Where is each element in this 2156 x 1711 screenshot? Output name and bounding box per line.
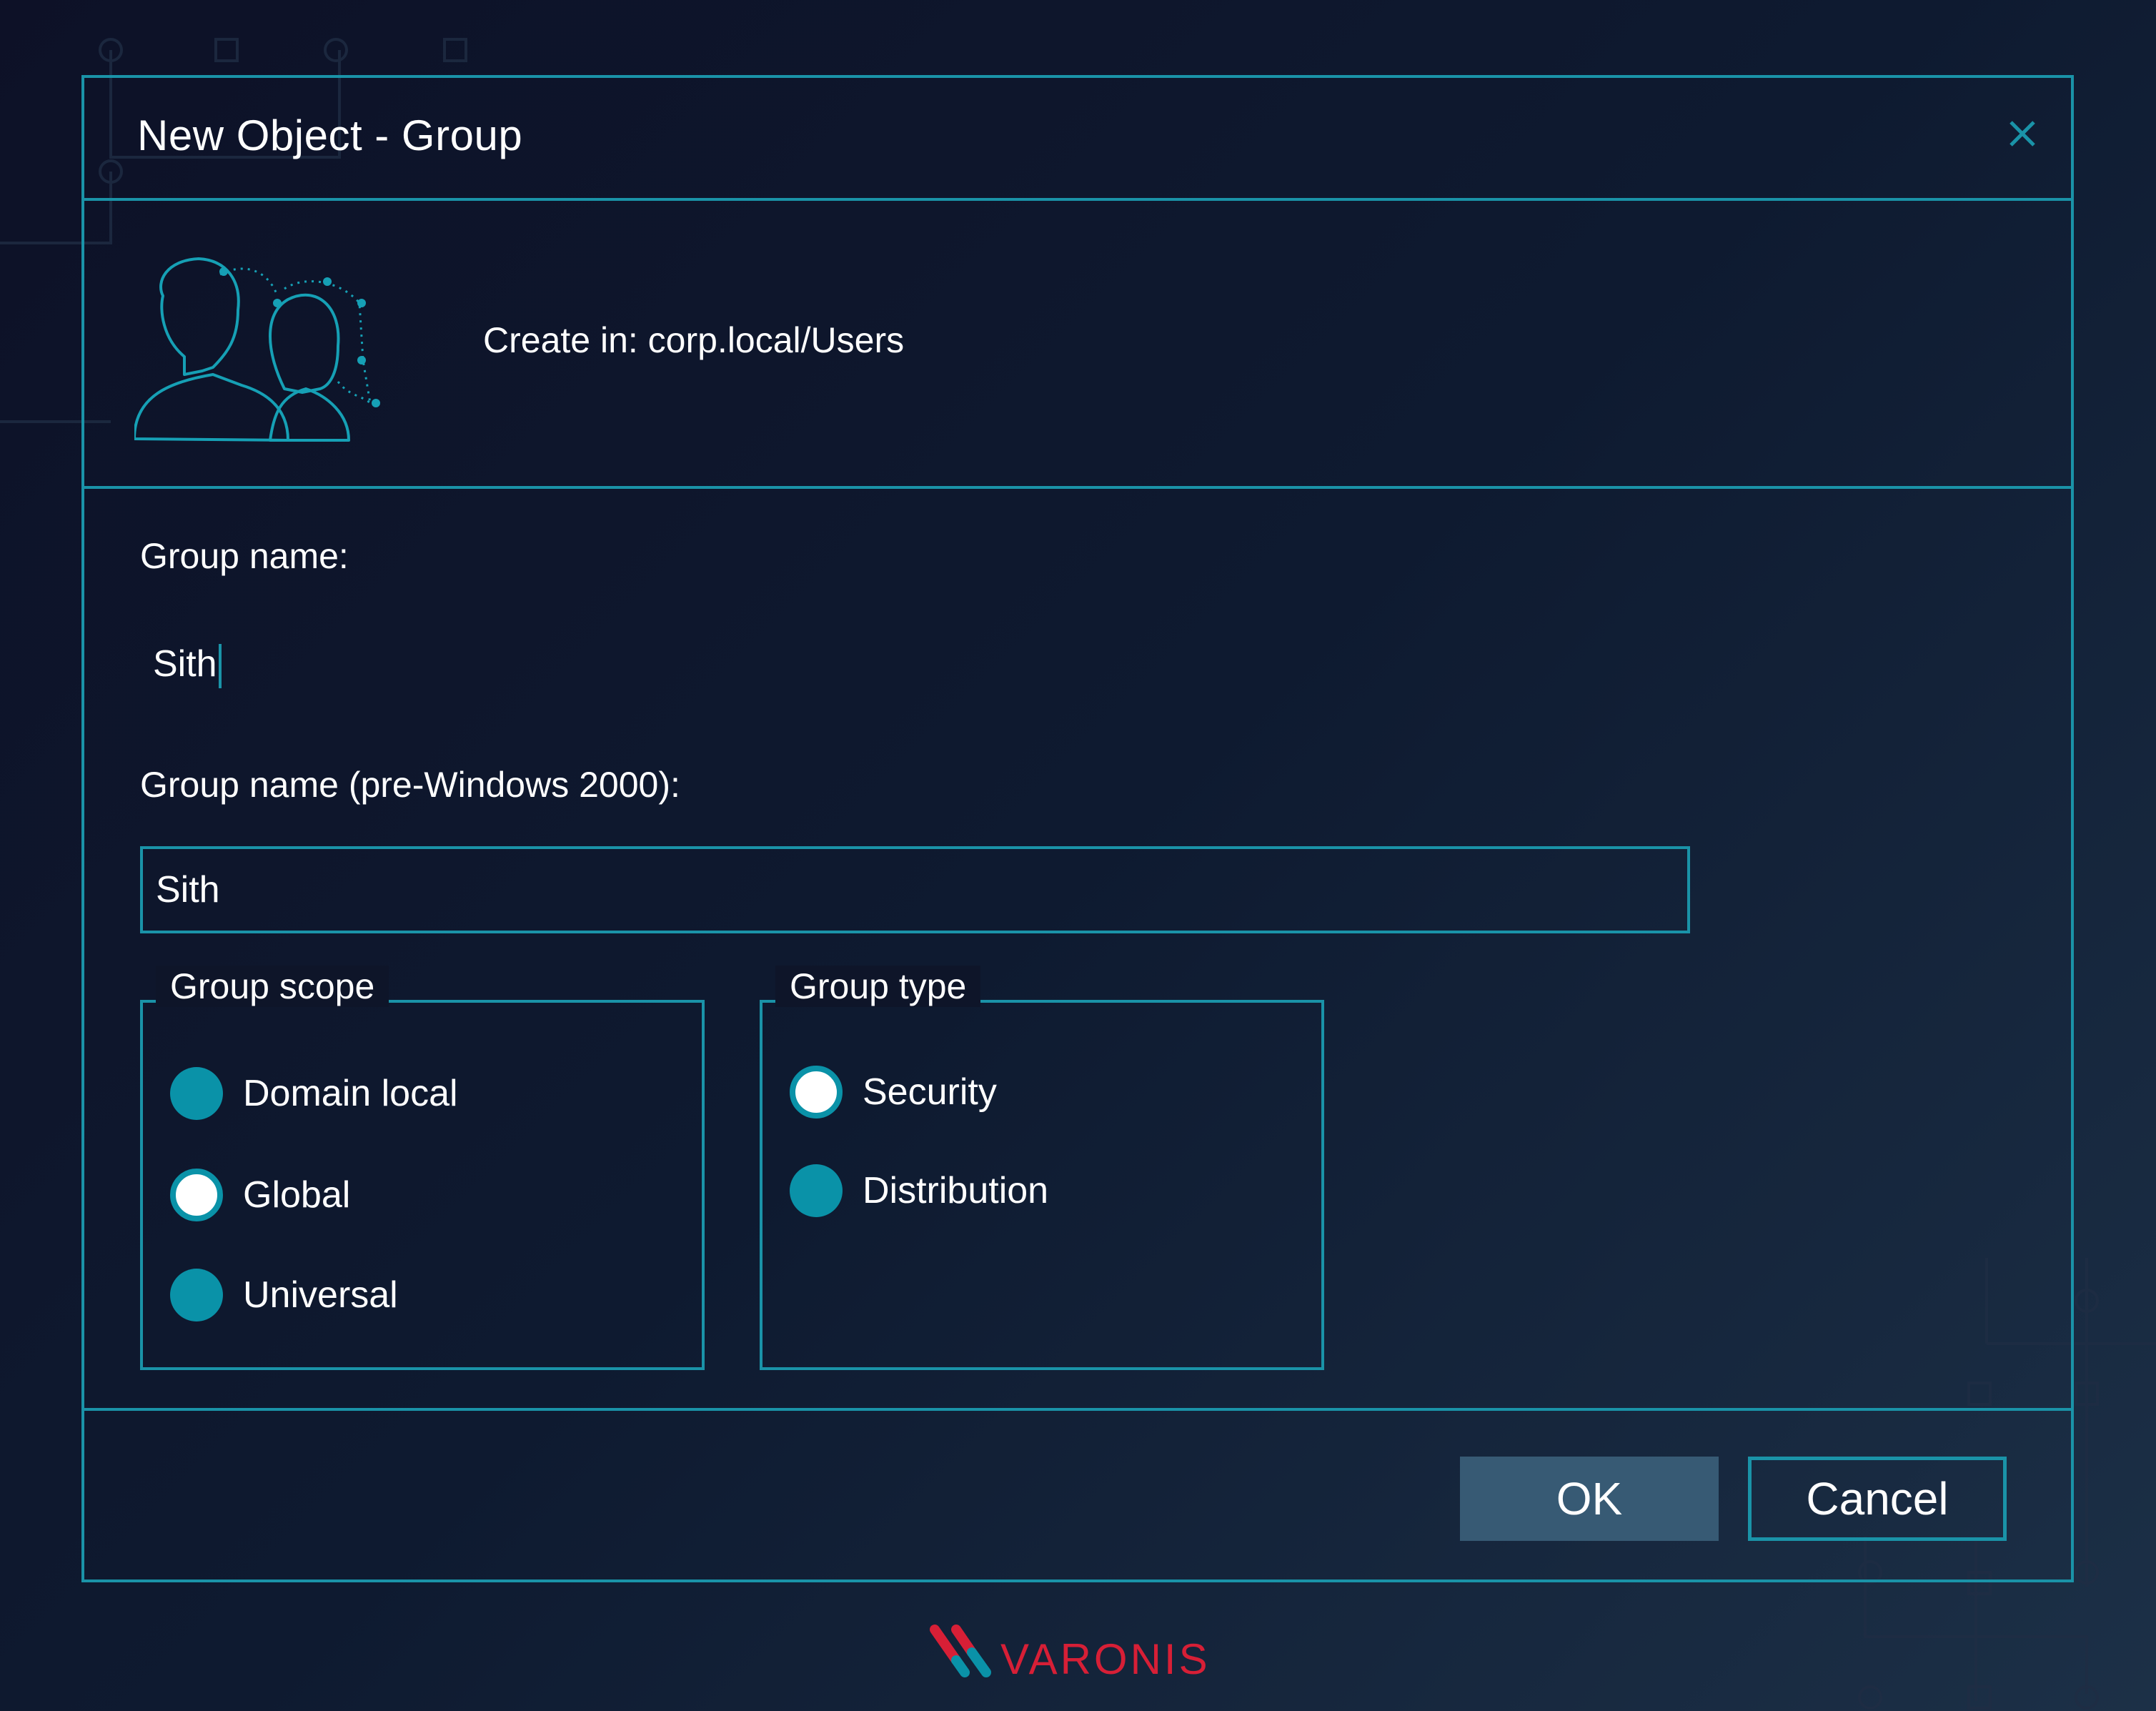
close-button[interactable] [2007,118,2038,149]
radio-distribution[interactable]: Distribution [790,1164,1048,1217]
radio-label: Universal [243,1274,398,1316]
group-name-value: Sith [153,643,217,685]
radio-button-selected[interactable] [170,1169,223,1221]
user-group-icon [134,257,380,442]
radio-global[interactable]: Global [170,1169,350,1221]
radio-label: Security [863,1071,997,1113]
group-scope-fieldset: Group scope Domain local Global Universa… [140,966,705,1370]
group-type-fieldset: Group type Security Distribution [760,966,1324,1370]
header-section-divider [84,486,2071,489]
group-name-input[interactable]: Sith [153,632,582,696]
group-type-legend: Group type [775,966,981,1007]
group-name-label: Group name: [140,536,349,576]
pre2000-name-input[interactable]: Sith [140,846,1690,933]
create-in-path: Create in: corp.local/Users [483,320,905,360]
radio-domain-local[interactable]: Domain local [170,1067,458,1120]
close-icon [2010,121,2035,147]
text-caret [218,644,222,689]
radio-button[interactable] [790,1164,843,1217]
radio-button-selected[interactable] [790,1066,843,1119]
varonis-logo: VARONIS [930,1625,1211,1683]
radio-label: Global [243,1174,351,1216]
radio-button[interactable] [170,1269,223,1321]
radio-label: Distribution [863,1170,1049,1211]
ok-button[interactable]: OK [1460,1457,1719,1541]
radio-security[interactable]: Security [790,1066,997,1119]
header-divider [84,198,2071,201]
radio-universal[interactable]: Universal [170,1269,398,1321]
new-object-group-dialog: New Object - Group Create in: corp.local… [81,75,2074,1582]
cancel-button[interactable]: Cancel [1748,1457,2007,1541]
footer-divider [84,1408,2071,1411]
dialog-title: New Object - Group [137,111,523,159]
varonis-wordmark: VARONIS [1000,1635,1211,1683]
pre2000-name-value: Sith [156,869,220,911]
radio-label: Domain local [243,1073,458,1114]
pre2000-name-label: Group name (pre-Windows 2000): [140,765,680,805]
group-scope-legend: Group scope [156,966,389,1007]
radio-button[interactable] [170,1067,223,1120]
